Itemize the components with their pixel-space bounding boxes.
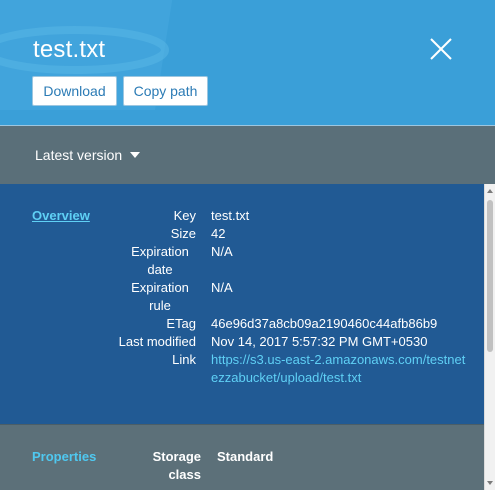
last-modified-value: Nov 14, 2017 5:57:32 PM GMT+0530 — [211, 334, 428, 349]
link-label: Link — [172, 352, 196, 367]
expiration-date-label: Expiration date — [91, 243, 196, 279]
version-bar: Latest version — [0, 126, 495, 184]
properties-panel: Properties Storage class Standard — [0, 424, 484, 490]
expiration-rule-value: N/A — [211, 280, 233, 295]
key-label: Key — [173, 208, 196, 223]
key-value: test.txt — [211, 208, 250, 223]
scroll-down-icon[interactable] — [487, 481, 493, 485]
version-dropdown-label: Latest version — [35, 147, 123, 163]
details-scroll-area: Overview Key test.txt Size 42 Expiration… — [0, 184, 484, 490]
expiration-date-value: N/A — [211, 244, 233, 259]
properties-tab[interactable]: Properties — [32, 449, 96, 464]
expiration-rule-label-text: Expiration rule — [131, 280, 189, 313]
download-button[interactable]: Download — [32, 76, 117, 106]
expiration-date-label-text: Expiration date — [131, 244, 189, 277]
expiration-rule-label: Expiration rule — [91, 279, 196, 315]
object-title: test.txt — [33, 36, 106, 63]
storage-class-value: Standard — [217, 449, 274, 464]
object-header: test.txt Download Copy path — [0, 0, 495, 126]
caret-down-icon — [130, 152, 141, 158]
storage-class-label: Storage class — [152, 449, 201, 482]
overview-panel: Overview Key test.txt Size 42 Expiration… — [0, 184, 484, 424]
scrollbar[interactable] — [484, 184, 495, 490]
version-dropdown[interactable]: Latest version — [35, 147, 141, 163]
scroll-up-icon[interactable] — [487, 189, 493, 193]
close-icon[interactable] — [428, 36, 454, 62]
etag-value: 46e96d37a8cb09a2190460c44afb86b9 — [211, 316, 438, 331]
copy-path-button[interactable]: Copy path — [123, 76, 208, 106]
size-value: 42 — [211, 226, 226, 241]
size-label: Size — [170, 226, 196, 241]
scroll-thumb[interactable] — [487, 200, 493, 352]
last-modified-label: Last modified — [118, 334, 196, 349]
etag-label: ETag — [166, 316, 196, 331]
overview-tab[interactable]: Overview — [32, 208, 90, 223]
object-url-link[interactable]: https://s3.us-east-2.amazonaws.com/testn… — [211, 351, 466, 387]
